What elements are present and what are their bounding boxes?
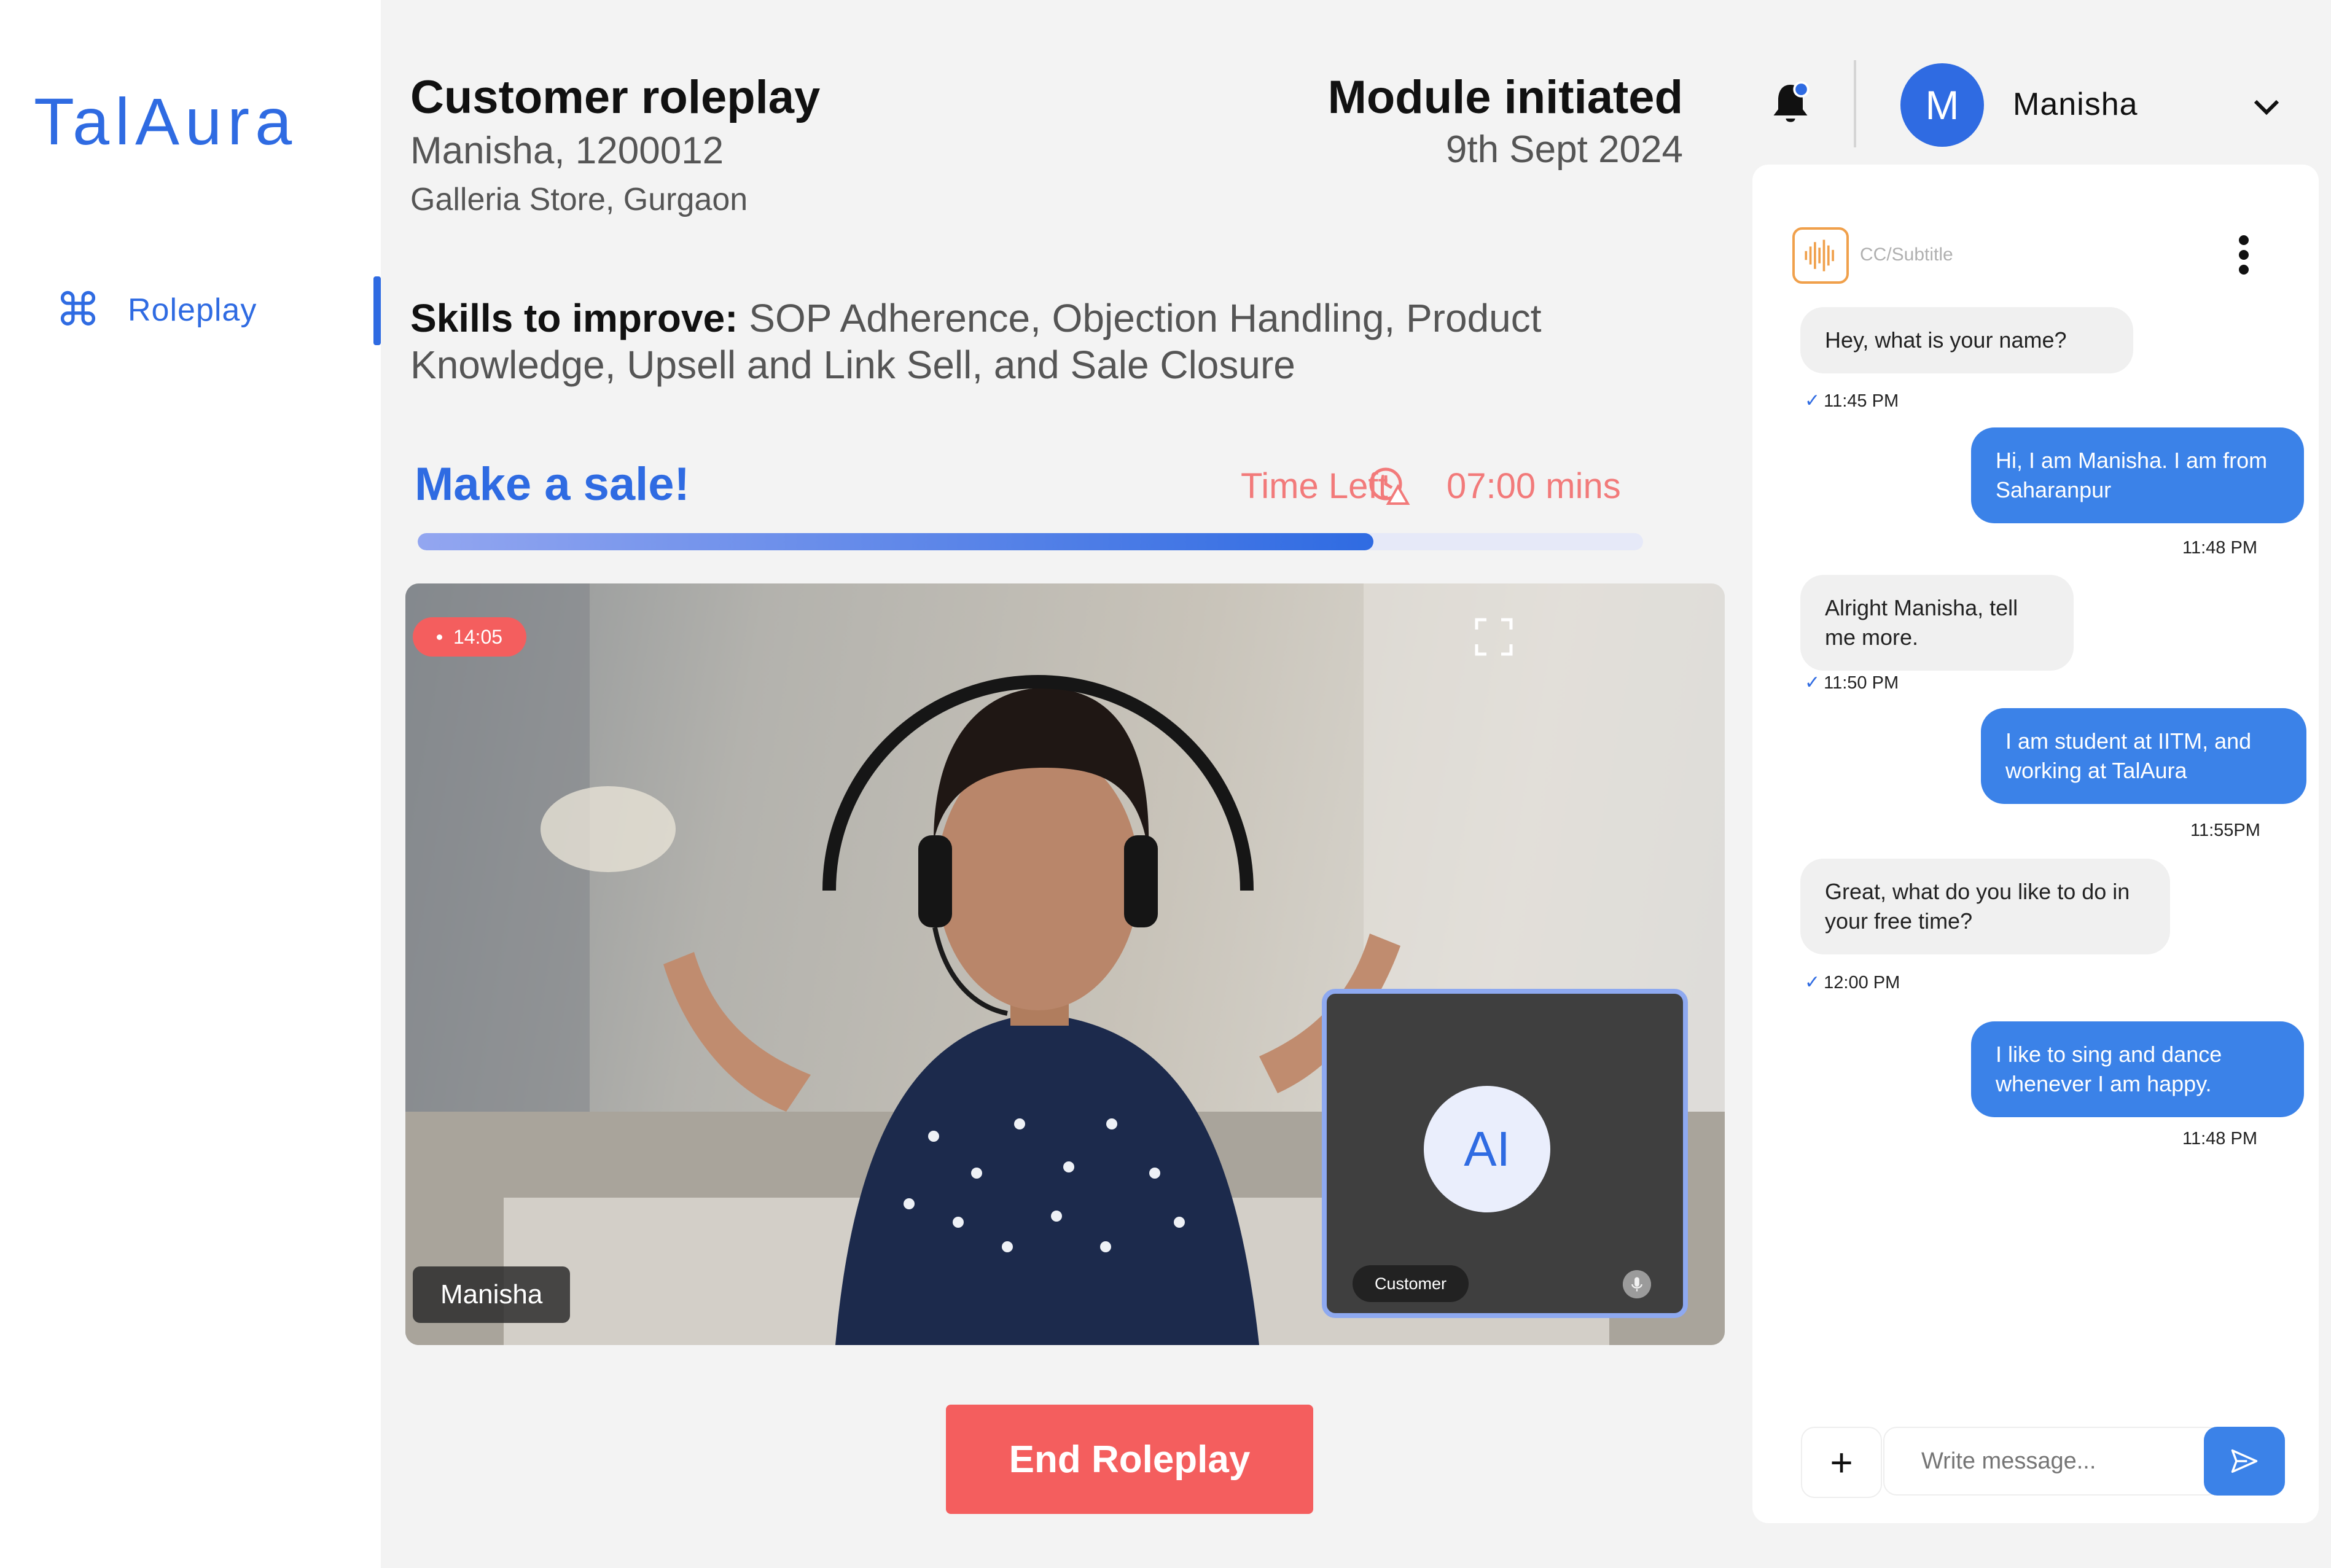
chat-message-incoming: Hey, what is your name?: [1800, 307, 2133, 373]
video-feed: 14:05 Manisha AI Customer: [405, 583, 1725, 1345]
sidebar-item-roleplay[interactable]: ⌘ Roleplay: [55, 283, 375, 338]
add-attachment-button[interactable]: +: [1801, 1427, 1882, 1498]
participant-name-label: Manisha: [413, 1266, 571, 1323]
recording-time: 14:05: [453, 625, 503, 648]
message-time: ✓ 11:50 PM: [1805, 673, 1899, 693]
progress-bar: [418, 533, 1643, 550]
customer-label: Customer: [1353, 1265, 1469, 1302]
chevron-down-icon[interactable]: [2248, 91, 2285, 122]
chat-panel: CC/Subtitle Hey, what is your name? ✓ 11:…: [1752, 165, 2319, 1523]
progress-fill: [418, 533, 1374, 550]
send-icon: [2231, 1449, 2258, 1473]
chat-message-outgoing: I like to sing and dance whenever I am h…: [1971, 1021, 2304, 1117]
message-time: ✓ 11:45 PM: [1805, 391, 1899, 411]
message-time: 11:55PM: [2190, 821, 2260, 840]
check-icon: ✓: [1805, 673, 1821, 693]
brand-logo: TalAura: [34, 84, 298, 158]
send-button[interactable]: [2204, 1427, 2285, 1496]
message-input[interactable]: [1883, 1427, 2221, 1496]
alarm-clock-icon: [1369, 467, 1410, 505]
header-divider: [1854, 60, 1856, 147]
command-icon: ⌘: [55, 284, 101, 335]
store-info: Galleria Store, Gurgaon: [410, 182, 748, 217]
chat-message-outgoing: Hi, I am Manisha. I am from Saharanpur: [1971, 427, 2304, 523]
check-icon: ✓: [1805, 972, 1821, 993]
module-status: Module initiated: [1327, 71, 1683, 123]
ai-customer-tile: AI Customer: [1322, 989, 1688, 1318]
task-goal: Make a sale!: [415, 458, 690, 510]
learner-info: Manisha, 1200012: [410, 130, 724, 172]
message-time: 11:48 PM: [2182, 1129, 2257, 1149]
microphone-icon[interactable]: [1623, 1270, 1651, 1298]
skills-label: Skills to improve:: [410, 296, 738, 340]
page-title: Customer roleplay: [410, 71, 821, 123]
more-options-icon[interactable]: [2238, 233, 2250, 276]
check-icon: ✓: [1805, 391, 1821, 411]
plus-icon: +: [1830, 1440, 1853, 1484]
cc-subtitle-label: CC/Subtitle: [1860, 244, 1953, 265]
user-name[interactable]: Manisha: [2013, 86, 2138, 123]
ai-avatar: AI: [1424, 1086, 1550, 1212]
chat-message-incoming: Alright Manisha, tell me more.: [1800, 575, 2074, 671]
sidebar: [0, 0, 381, 1568]
skills-to-improve: Skills to improve: SOP Adherence, Object…: [410, 295, 1608, 388]
end-roleplay-button[interactable]: End Roleplay: [946, 1405, 1313, 1514]
active-nav-indicator: [373, 276, 381, 345]
chat-message-incoming: Great, what do you like to do in your fr…: [1800, 859, 2170, 954]
user-avatar[interactable]: M: [1900, 63, 1984, 147]
notification-bell-icon[interactable]: [1769, 79, 1812, 128]
message-time: ✓ 12:00 PM: [1805, 972, 1900, 993]
module-date: 9th Sept 2024: [1445, 128, 1683, 171]
sidebar-item-label: Roleplay: [128, 292, 257, 328]
audio-waveform-icon[interactable]: [1792, 227, 1849, 284]
recording-timer-badge: 14:05: [413, 617, 526, 657]
time-left-value: 07:00 mins: [1447, 466, 1621, 506]
message-time: 11:48 PM: [2182, 538, 2257, 558]
fullscreen-icon[interactable]: [1474, 617, 1513, 657]
recording-dot-icon: [436, 634, 442, 640]
chat-message-outgoing: I am student at IITM, and working at Tal…: [1981, 708, 2306, 804]
